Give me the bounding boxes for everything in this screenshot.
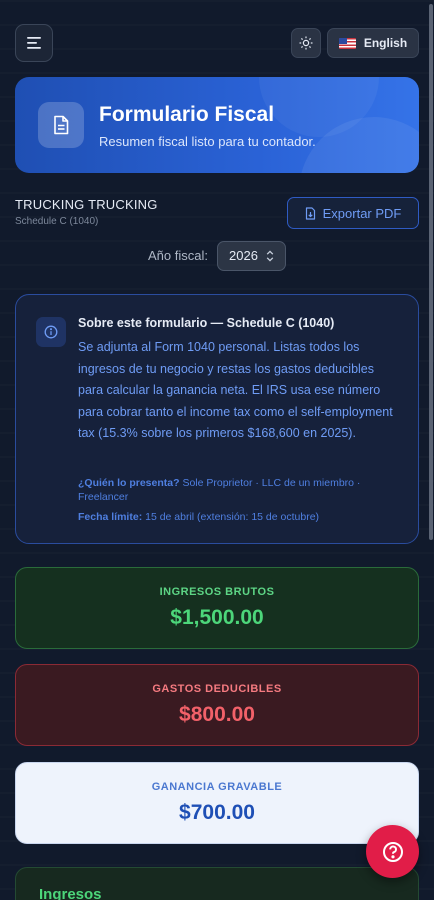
info-deadline-label: Fecha límite: [78, 511, 143, 523]
top-bar: English [15, 24, 419, 62]
deductible-expenses-value: $800.00 [179, 703, 255, 726]
income-section: Ingresos [15, 867, 419, 900]
gross-income-card: INGRESOS BRUTOS $1,500.00 [15, 567, 419, 649]
income-section-title: Ingresos [39, 886, 102, 900]
help-icon [382, 841, 403, 862]
taxable-profit-label: GANANCIA GRAVABLE [151, 781, 283, 793]
chevron-up-down-icon [266, 249, 274, 262]
document-icon [54, 115, 69, 135]
page-scrollbar[interactable] [429, 4, 433, 540]
taxable-profit-card: GANANCIA GRAVABLE $700.00 [15, 762, 419, 844]
theme-toggle-button[interactable] [291, 28, 321, 58]
fiscal-year-label: Año fiscal: [148, 248, 208, 263]
info-description: Se adjunta al Form 1040 personal. Listas… [78, 340, 393, 440]
info-title: Sobre este formulario — Schedule C (1040… [78, 316, 335, 330]
business-form-type: Schedule C (1040) [15, 216, 99, 227]
sun-icon [299, 36, 313, 50]
info-who-files: ¿Quién lo presenta? Sole Proprietor · LL… [78, 476, 398, 504]
deductible-expenses-card: GASTOS DEDUCIBLES $800.00 [15, 664, 419, 746]
deductible-expenses-label: GASTOS DEDUCIBLES [152, 683, 282, 695]
gross-income-value: $1,500.00 [170, 606, 264, 629]
fiscal-year-row: Año fiscal: 2026 [0, 240, 434, 271]
form-info-card: Sobre este formulario — Schedule C (1040… [15, 294, 419, 544]
fiscal-year-value: 2026 [229, 248, 258, 263]
info-deadline: Fecha límite: 15 de abril (extensión: 15… [78, 511, 319, 523]
info-who-label: ¿Quién lo presenta? [78, 477, 180, 489]
export-pdf-button[interactable]: Exportar PDF [287, 197, 419, 229]
info-deadline-value: 15 de abril (extensión: 15 de octubre) [145, 511, 320, 523]
language-label: English [363, 36, 408, 50]
hamburger-menu-icon [27, 37, 41, 49]
hero-banner: Formulario Fiscal Resumen fiscal listo p… [15, 77, 419, 173]
page-title: Formulario Fiscal [99, 103, 275, 126]
gross-income-label: INGRESOS BRUTOS [159, 586, 275, 598]
business-name: TRUCKING TRUCKING [15, 197, 158, 212]
hero-icon-container [38, 102, 84, 148]
taxable-profit-value: $700.00 [179, 801, 255, 824]
help-button[interactable] [366, 825, 419, 878]
file-download-icon [305, 206, 315, 220]
export-pdf-label: Exportar PDF [322, 205, 402, 221]
language-button[interactable]: English [327, 28, 419, 58]
menu-button[interactable] [15, 24, 53, 62]
us-flag-icon [338, 37, 356, 49]
info-icon [44, 325, 58, 339]
info-icon-container [36, 317, 66, 347]
page-subtitle: Resumen fiscal listo para tu contador. [99, 134, 316, 149]
fiscal-year-select[interactable]: 2026 [216, 240, 286, 271]
